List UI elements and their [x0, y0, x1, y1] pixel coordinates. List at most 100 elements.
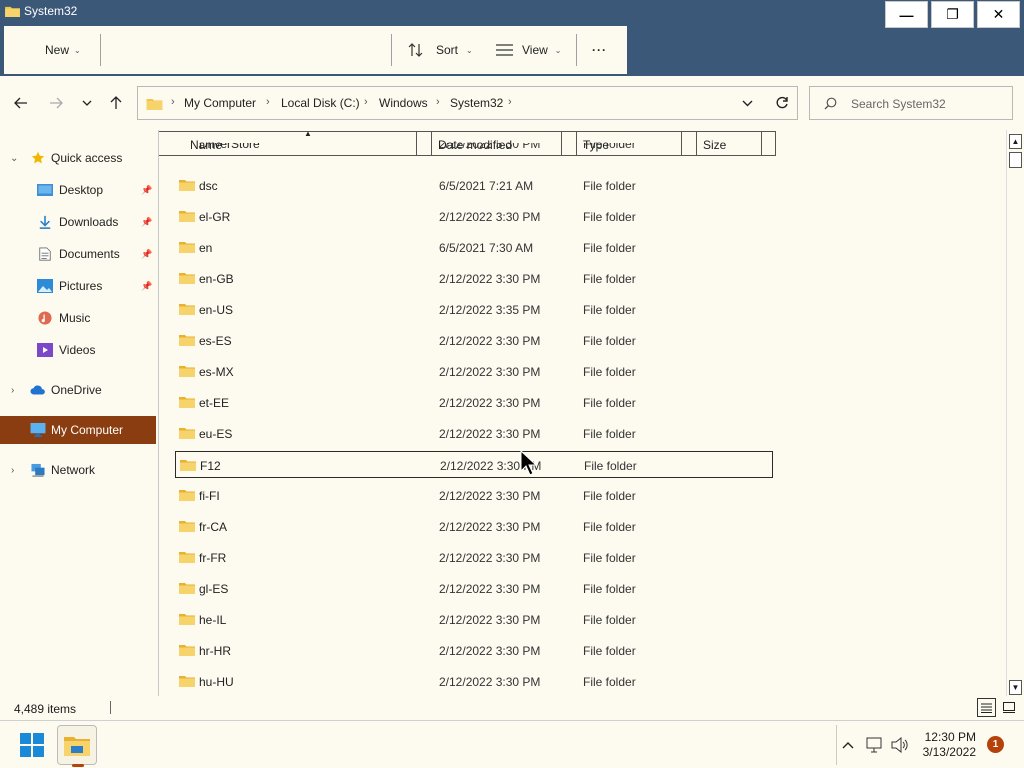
breadcrumb-local-disk[interactable]: Local Disk (C:)	[281, 96, 360, 110]
sidebar-item-pictures[interactable]: Pictures 📌	[0, 272, 156, 300]
sidebar-item-videos[interactable]: Videos	[0, 336, 156, 364]
file-date-modified: 2/12/2022 3:30 PM	[439, 365, 541, 379]
system-clock[interactable]: 12:30 PM 3/13/2022	[916, 730, 976, 760]
file-row[interactable]: eu-ES 2/12/2022 3:30 PM File folder	[175, 420, 773, 447]
sidebar-item-network[interactable]: › Network	[0, 456, 156, 484]
folder-icon	[179, 645, 195, 656]
file-row-partial[interactable]: DriverStore 2/12/2022 3:30 PM File folde…	[175, 143, 773, 157]
chevron-right-icon: ›	[266, 96, 270, 108]
file-row[interactable]: el-GR 2/12/2022 3:30 PM File folder	[175, 203, 773, 230]
file-date-modified: 2/12/2022 3:30 PM	[439, 396, 541, 410]
folder-icon	[179, 397, 195, 408]
scroll-up-button[interactable]: ▲	[1009, 134, 1022, 149]
file-row[interactable]: en-GB 2/12/2022 3:30 PM File folder	[175, 265, 773, 292]
view-button[interactable]: View ⌄	[496, 26, 562, 74]
restore-button[interactable]: ❐	[931, 1, 974, 28]
sidebar-item-my-computer[interactable]: My Computer	[0, 416, 156, 444]
search-box[interactable]: Search System32	[809, 86, 1013, 120]
back-button[interactable]	[10, 93, 32, 113]
start-button[interactable]	[12, 725, 52, 765]
show-hidden-icons-button[interactable]	[836, 725, 858, 765]
folder-icon	[179, 304, 195, 315]
document-icon	[39, 247, 51, 261]
file-name: el-GR	[199, 210, 231, 224]
sidebar-item-desktop[interactable]: Desktop 📌	[0, 176, 156, 204]
file-date-modified: 2/12/2022 3:30 PM	[439, 582, 541, 596]
sidebar-item-documents[interactable]: Documents 📌	[0, 240, 156, 268]
file-date-modified: 2/12/2022 3:30 PM	[439, 427, 541, 441]
file-row[interactable]: hr-HR 2/12/2022 3:30 PM File folder	[175, 637, 773, 664]
file-row[interactable]: en 6/5/2021 7:30 AM File folder	[175, 234, 773, 261]
file-date-modified: 2/12/2022 3:30 PM	[439, 334, 541, 348]
refresh-icon[interactable]	[775, 96, 789, 110]
file-row[interactable]: dsc 6/5/2021 7:21 AM File folder	[175, 172, 773, 199]
sidebar-item-music[interactable]: Music	[0, 304, 156, 332]
recent-locations-button[interactable]	[76, 93, 98, 113]
search-icon	[824, 97, 837, 110]
chevron-right-icon: ›	[364, 96, 368, 108]
close-button[interactable]: ✕	[977, 1, 1020, 28]
file-name: en-GB	[199, 272, 234, 286]
file-name: es-MX	[199, 365, 234, 379]
desktop-icon	[37, 184, 53, 196]
up-button[interactable]	[105, 93, 127, 113]
toolbar-divider	[576, 34, 577, 66]
thumbnail-view-icon	[1002, 702, 1015, 713]
volume-tray-button[interactable]	[889, 725, 911, 765]
scroll-thumb[interactable]	[1009, 152, 1022, 168]
file-type: File folder	[584, 459, 637, 473]
scroll-down-button[interactable]: ▼	[1009, 680, 1022, 695]
chevron-down-icon: ⌄	[466, 45, 473, 55]
details-view-button[interactable]	[977, 698, 996, 717]
arrow-left-icon	[14, 97, 27, 109]
file-type: File folder	[583, 334, 636, 348]
file-type: File folder	[583, 489, 636, 503]
music-icon	[38, 311, 52, 325]
details-view-icon	[981, 703, 992, 713]
address-bar[interactable]: › My Computer › Local Disk (C:) › Window…	[137, 86, 798, 120]
file-name: et-EE	[199, 396, 230, 410]
file-row[interactable]: fr-FR 2/12/2022 3:30 PM File folder	[175, 544, 773, 571]
file-date-modified: 2/12/2022 3:30 PM	[439, 520, 541, 534]
file-row[interactable]: gl-ES 2/12/2022 3:30 PM File folder	[175, 575, 773, 602]
item-count: 4,489 items	[14, 702, 77, 716]
sidebar-item-onedrive[interactable]: › OneDrive	[0, 376, 156, 404]
chevron-right-icon: ›	[171, 96, 175, 108]
breadcrumb-my-computer[interactable]: My Computer	[184, 96, 256, 110]
file-row[interactable]: fr-CA 2/12/2022 3:30 PM File folder	[175, 513, 773, 540]
new-button[interactable]: New ⌄	[45, 26, 81, 74]
breadcrumb-windows[interactable]: Windows	[379, 96, 428, 110]
file-row[interactable]: es-MX 2/12/2022 3:30 PM File folder	[175, 358, 773, 385]
file-list: Name ▲ Date modified Type Size DriverSto…	[158, 130, 1004, 696]
file-row[interactable]: hu-HU 2/12/2022 3:30 PM File folder	[175, 668, 773, 695]
file-explorer-taskbar-button[interactable]	[57, 725, 97, 767]
sidebar-item-quick-access[interactable]: ⌄ Quick access	[0, 144, 156, 172]
vertical-scrollbar[interactable]: ▲ ▼	[1006, 130, 1024, 696]
file-row[interactable]: fi-FI 2/12/2022 3:30 PM File folder	[175, 482, 773, 509]
more-options-button[interactable]: ···	[592, 26, 607, 74]
download-icon	[39, 215, 51, 229]
chevron-right-icon: ›	[436, 96, 440, 108]
file-row[interactable]: en-US 2/12/2022 3:35 PM File folder	[175, 296, 773, 323]
chevron-down-icon[interactable]	[742, 100, 753, 107]
forward-button[interactable]	[45, 93, 67, 113]
notification-badge[interactable]: 1	[987, 736, 1004, 753]
chevron-down-icon	[82, 100, 92, 106]
breadcrumb-system32[interactable]: System32	[450, 96, 503, 110]
file-type: File folder	[583, 303, 636, 317]
file-row[interactable]: he-IL 2/12/2022 3:30 PM File folder	[175, 606, 773, 633]
network-tray-button[interactable]	[864, 725, 886, 765]
minimize-button[interactable]: —	[885, 1, 928, 28]
window-title: System32	[24, 4, 78, 18]
file-row[interactable]: es-ES 2/12/2022 3:30 PM File folder	[175, 327, 773, 354]
file-row[interactable]: F12 2/12/2022 3:30 PM File folder	[175, 451, 773, 478]
sort-button[interactable]: Sort ⌄	[408, 26, 473, 74]
chevron-right-icon: ›	[508, 96, 512, 108]
pin-icon: 📌	[141, 216, 153, 227]
pin-icon: 📌	[141, 280, 153, 291]
large-icons-view-button[interactable]	[999, 698, 1018, 717]
file-row[interactable]: et-EE 2/12/2022 3:30 PM File folder	[175, 389, 773, 416]
sidebar-item-downloads[interactable]: Downloads 📌	[0, 208, 156, 236]
windows-logo-icon	[20, 733, 44, 757]
folder-icon	[179, 273, 195, 284]
